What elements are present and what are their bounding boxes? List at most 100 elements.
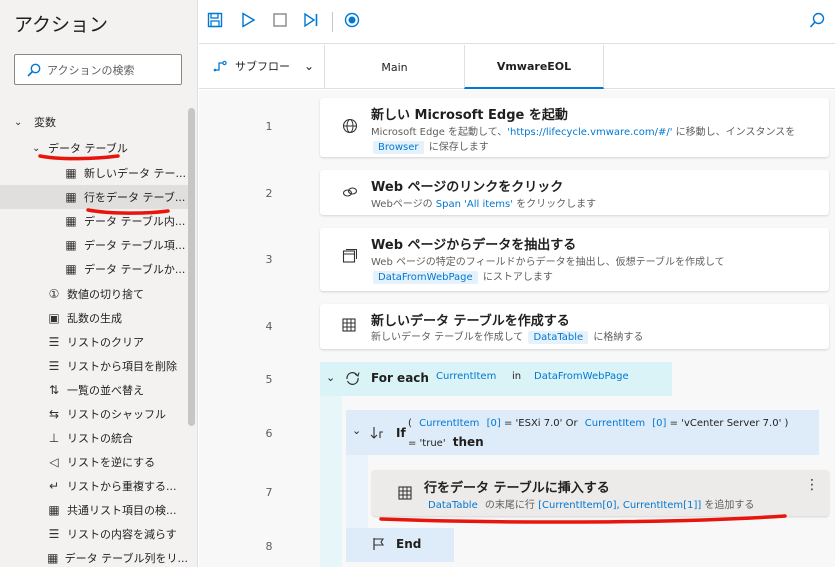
action-item[interactable]: ⇅ 一覧の並べ替え bbox=[0, 378, 188, 402]
if-connector bbox=[346, 455, 368, 528]
action-item[interactable]: ⇆ リストのシャッフル bbox=[0, 402, 188, 426]
cond-operator: Or bbox=[565, 418, 578, 429]
table-column-icon: ▦ bbox=[47, 551, 59, 565]
table-icon bbox=[398, 486, 412, 500]
action-label: 乱数の生成 bbox=[67, 312, 122, 325]
desc-text: に移動し、インスタンスを bbox=[672, 127, 796, 138]
action-label: 一覧の並べ替え bbox=[67, 384, 144, 397]
action-description: Browser に保存します bbox=[371, 138, 489, 154]
action-description: Microsoft Edge を起動して、'https://lifecycle.… bbox=[371, 123, 795, 138]
save-icon[interactable] bbox=[207, 12, 223, 28]
end-block[interactable]: End bbox=[346, 528, 454, 562]
line-number: 8 bbox=[265, 540, 273, 553]
desc-text: をクリックします bbox=[513, 199, 597, 210]
action-card-create-table[interactable]: 新しいデータ テーブルを作成する 新しいデータ テーブルを作成して DataTa… bbox=[320, 304, 829, 349]
foreach-title: For each bbox=[371, 371, 429, 385]
action-label: リストの統合 bbox=[67, 432, 133, 445]
desc-text: 新しいデータ テーブルを作成して bbox=[371, 332, 527, 343]
variable-pill[interactable]: CurrentItem bbox=[432, 370, 500, 383]
action-item[interactable]: ☰ リストから項目を削除 bbox=[0, 354, 188, 378]
action-label: 数値の切り捨て bbox=[67, 288, 144, 301]
action-label: リストのクリア bbox=[67, 336, 144, 349]
if-block[interactable]: ⌄ If ( CurrentItem [0] = 'ESXi 7.0' Or C… bbox=[346, 410, 819, 455]
action-title: 新しい Microsoft Edge を起動 bbox=[371, 108, 568, 123]
flag-icon bbox=[373, 538, 385, 550]
chevron-down-icon[interactable]: ⌄ bbox=[352, 424, 361, 437]
stop-icon[interactable] bbox=[272, 12, 288, 28]
action-label: リストのシャッフル bbox=[67, 408, 166, 421]
action-item[interactable]: ☰ リストのクリア bbox=[0, 330, 188, 354]
variable-pill[interactable]: CurrentItem bbox=[415, 417, 483, 430]
random-icon: ▣ bbox=[48, 311, 60, 325]
subflow-dropdown[interactable]: サブフロー ⌄ bbox=[213, 58, 314, 74]
action-card-extract-data[interactable]: Web ページからデータを抽出する Web ページの特定のフィールドからデータを… bbox=[320, 228, 829, 291]
variable-pill[interactable]: CurrentItem bbox=[581, 417, 649, 430]
action-label: 共通リスト項目の検... bbox=[67, 504, 177, 517]
line-number: 7 bbox=[265, 486, 273, 499]
action-item[interactable]: ▦ 共通リスト項目の検... bbox=[0, 498, 188, 522]
action-description: Webページの Span 'All items' をクリックします bbox=[371, 195, 596, 210]
subflow-icon bbox=[213, 60, 227, 72]
action-label: リストを逆にする bbox=[67, 456, 156, 469]
search-icon[interactable] bbox=[809, 12, 825, 30]
chevron-down-icon: ⌄ bbox=[304, 59, 315, 73]
cond-then: then bbox=[452, 435, 484, 449]
variable-pill[interactable]: DataFromWebPage bbox=[530, 370, 633, 383]
foreach-block[interactable]: ⌄ For each CurrentItem in DataFromWebPag… bbox=[320, 362, 672, 396]
cond-index: [0] bbox=[486, 418, 501, 429]
if-condition-line2: = 'true' then bbox=[408, 435, 484, 449]
action-description: 新しいデータ テーブルを作成して DataTable に格納する bbox=[371, 328, 643, 344]
action-item[interactable]: ▦ データ テーブル項... bbox=[0, 233, 188, 257]
variable-pill[interactable]: DataTable bbox=[528, 331, 589, 344]
tab-main[interactable]: Main bbox=[324, 45, 464, 89]
if-condition-line1: ( CurrentItem [0] = 'ESXi 7.0' Or Curren… bbox=[408, 417, 788, 430]
cond-text: ) bbox=[784, 418, 789, 429]
action-item[interactable]: ▣ 乱数の生成 bbox=[0, 306, 188, 330]
action-title: Web ページからデータを抽出する bbox=[371, 238, 577, 253]
action-card-launch-edge[interactable]: 新しい Microsoft Edge を起動 Microsoft Edge を起… bbox=[320, 98, 829, 157]
action-item[interactable]: ◁ リストを逆にする bbox=[0, 450, 188, 474]
loop-icon bbox=[346, 372, 360, 385]
action-item[interactable]: ☰ リストの内容を減らす bbox=[0, 522, 188, 546]
action-item[interactable]: ⊥ リストの統合 bbox=[0, 426, 188, 450]
cond-text: = 'true' bbox=[408, 438, 446, 449]
desc-text: Microsoft Edge を起動して、 bbox=[371, 127, 508, 138]
tab-vmwareeol[interactable]: VmwareEOL bbox=[464, 45, 604, 89]
desc-text: にストアします bbox=[479, 272, 553, 283]
line-number: 2 bbox=[265, 187, 273, 200]
run-icon[interactable] bbox=[240, 12, 256, 28]
record-icon[interactable] bbox=[344, 12, 360, 28]
number-icon: ① bbox=[48, 287, 60, 301]
step-icon[interactable] bbox=[303, 12, 319, 28]
tab-label: Main bbox=[381, 60, 408, 74]
variable-pill[interactable]: DataFromWebPage bbox=[373, 271, 478, 284]
more-options-icon[interactable]: ⋮ bbox=[805, 478, 819, 492]
cond-text: = 'vCenter Server 7.0' bbox=[669, 418, 782, 429]
action-card-click-link[interactable]: Web ページのリンクをクリック Webページの Span 'All items… bbox=[320, 170, 829, 215]
reverse-icon: ◁ bbox=[49, 455, 59, 469]
shuffle-icon: ⇆ bbox=[48, 407, 60, 421]
flow-designer: 1 2 3 4 5 6 7 8 新しい Microsoft Edge を起動 M… bbox=[199, 90, 835, 567]
toolbar bbox=[199, 0, 835, 44]
line-number: 3 bbox=[265, 253, 273, 266]
action-item[interactable]: ① 数値の切り捨て bbox=[0, 282, 188, 306]
chevron-down-icon[interactable]: ⌄ bbox=[326, 371, 335, 384]
variable-pill[interactable]: Browser bbox=[373, 141, 424, 154]
action-item[interactable]: ▦ データ テーブルか... bbox=[0, 257, 188, 281]
cond-text: ( bbox=[408, 418, 412, 429]
subflow-label: サブフロー bbox=[235, 60, 290, 73]
action-title: 新しいデータ テーブルを作成する bbox=[371, 314, 570, 329]
action-title: Web ページのリンクをクリック bbox=[371, 180, 564, 195]
link-icon bbox=[342, 187, 358, 197]
action-label: データ テーブル列をリ... bbox=[64, 552, 188, 565]
if-title: If bbox=[396, 426, 406, 440]
action-item[interactable]: ↵ リストから重複する... bbox=[0, 474, 188, 498]
extract-icon bbox=[342, 249, 357, 263]
subflow-tabs: サブフロー ⌄ Main VmwareEOL bbox=[199, 45, 835, 89]
action-label: リストから項目を削除 bbox=[67, 360, 177, 373]
action-label: データ テーブルか... bbox=[84, 263, 186, 276]
line-number: 5 bbox=[265, 373, 273, 386]
line-number: 1 bbox=[265, 120, 273, 133]
table-icon: ▦ bbox=[65, 262, 77, 276]
action-item[interactable]: ▦ データ テーブル列をリ... bbox=[0, 546, 188, 570]
